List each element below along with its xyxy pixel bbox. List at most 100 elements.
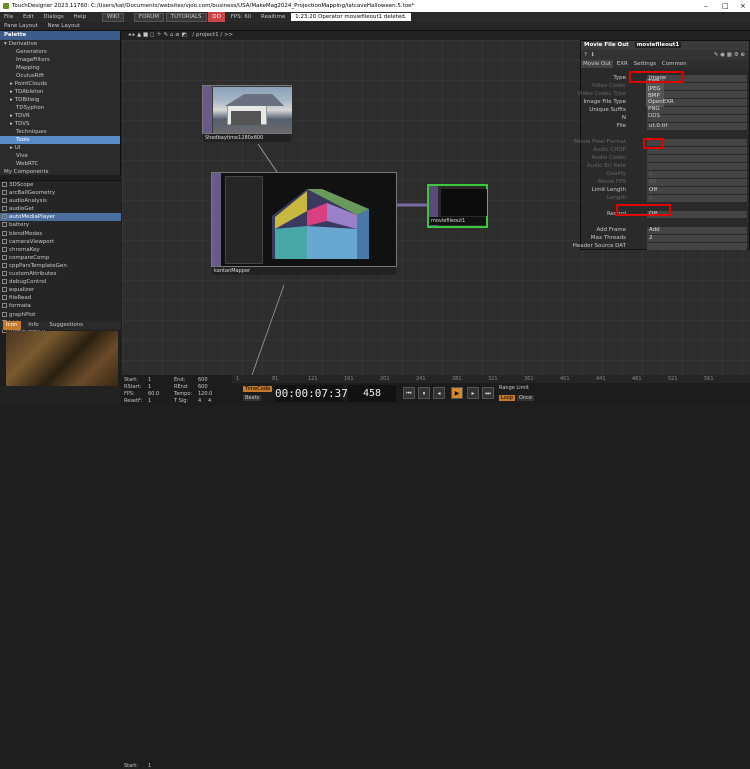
- tab-icon[interactable]: Icon: [3, 321, 21, 330]
- pane-layout-button[interactable]: Pane Layout: [0, 22, 42, 31]
- param-value[interactable]: 1: [647, 194, 747, 202]
- component-item[interactable]: chromaKey: [0, 246, 121, 254]
- tree-arrow-icon[interactable]: ▸: [10, 81, 13, 87]
- end-value[interactable]: 600: [198, 377, 208, 383]
- network-nav-icons[interactable]: ◂ ▸ ▲ ■ ◻ ＋ ✎ ⌂ ≡ ◩: [128, 32, 187, 38]
- tsig-a[interactable]: 4: [198, 398, 201, 404]
- menu-help[interactable]: Help: [70, 12, 91, 22]
- palette-item[interactable]: ▸ UI: [0, 144, 120, 152]
- timecode-display[interactable]: 00:00:07:37: [275, 385, 348, 402]
- param-toolbar-icons[interactable]: ✎ ◉ ▦ ⚙ ⊕: [714, 50, 745, 60]
- param-value[interactable]: 2: [647, 234, 747, 242]
- file-type-dropdown[interactable]: TIFF JPEG BMP OpenEXR PNG DDS: [646, 79, 674, 119]
- moviefileout-node[interactable]: moviefileout1: [427, 184, 488, 228]
- dropdown-option[interactable]: OpenEXR: [648, 99, 674, 106]
- param-value[interactable]: [647, 242, 747, 250]
- dropdown-option[interactable]: JPEG: [648, 86, 664, 93]
- play-button[interactable]: ▶: [451, 387, 463, 399]
- fps-value[interactable]: 60.0: [148, 391, 159, 397]
- timeline-ruler[interactable]: 1 81 121 161 201 241 281 321 361 401 441 481 521 561: [232, 375, 750, 383]
- timecode-button[interactable]: TimeCode: [243, 386, 273, 392]
- tree-arrow-icon[interactable]: ▸: [10, 97, 13, 103]
- rend-value[interactable]: 600: [198, 384, 208, 390]
- palette-item[interactable]: Vive: [0, 152, 120, 160]
- tab-suggestions[interactable]: Suggestions: [46, 321, 86, 330]
- step-forward-button[interactable]: ▸: [467, 387, 479, 399]
- once-button[interactable]: Once: [517, 395, 534, 401]
- wiki-button[interactable]: WIKI: [101, 13, 125, 22]
- component-item[interactable]: blendModes: [0, 230, 121, 238]
- op-name[interactable]: moviefileout1: [634, 42, 682, 48]
- palette-item[interactable]: Techniques: [0, 128, 120, 136]
- close-icon[interactable]: ×: [740, 0, 746, 12]
- param-value[interactable]: 1: [647, 170, 747, 178]
- palette-item[interactable]: ▾ Derivative: [0, 40, 120, 48]
- component-item[interactable]: battery: [0, 221, 121, 229]
- tree-arrow-icon[interactable]: ▸: [10, 113, 13, 119]
- tab-exr[interactable]: EXR: [615, 60, 630, 68]
- param-value[interactable]: Off: [647, 186, 747, 194]
- top-node-shed[interactable]: Shedbaytime1280x800: [202, 85, 292, 142]
- rewind-button[interactable]: ⏮: [403, 387, 415, 399]
- node-flags[interactable]: [203, 86, 212, 133]
- tree-arrow-icon[interactable]: ▸: [10, 121, 13, 127]
- component-item[interactable]: audioGet: [0, 205, 121, 213]
- component-item[interactable]: cppParsTemplateGen: [0, 262, 121, 270]
- menu-dialogs[interactable]: Dialogs: [39, 12, 67, 22]
- start-value[interactable]: 1: [148, 763, 151, 769]
- pause-button[interactable]: ⏸: [418, 387, 430, 399]
- frame-display[interactable]: 458: [348, 385, 396, 402]
- help-icon[interactable]: ?: [584, 52, 587, 58]
- palette-item[interactable]: Tools: [0, 136, 120, 144]
- step-back-button[interactable]: ◂: [433, 387, 445, 399]
- palette-item[interactable]: ▸ TDBitwig: [0, 96, 120, 104]
- resetf-value[interactable]: 1: [148, 398, 151, 404]
- component-item[interactable]: debugControl: [0, 278, 121, 286]
- component-item[interactable]: autoMediaPlayer: [0, 213, 121, 222]
- beats-button[interactable]: Beats: [243, 395, 262, 401]
- menu-file[interactable]: File: [0, 12, 17, 22]
- palette-item[interactable]: ▸ TDVS: [0, 120, 120, 128]
- component-item[interactable]: 3DScope: [0, 181, 121, 189]
- palette-item[interactable]: ImageFilters: [0, 56, 120, 64]
- palette-item[interactable]: Mapping: [0, 64, 120, 72]
- tree-arrow-icon[interactable]: ▸: [10, 89, 13, 95]
- component-item[interactable]: compareComp: [0, 254, 121, 262]
- new-layout-button[interactable]: New Layout: [44, 22, 84, 31]
- tab-info[interactable]: Info: [25, 321, 41, 330]
- component-item[interactable]: cameraViewport: [0, 238, 121, 246]
- start-value[interactable]: 1: [148, 377, 151, 383]
- realtime-toggle[interactable]: Realtime: [257, 12, 289, 22]
- rstart-value[interactable]: 1: [148, 384, 151, 390]
- param-value[interactable]: 60: [647, 178, 747, 186]
- mapper-node[interactable]: kantanMapper: [211, 172, 397, 275]
- palette-item[interactable]: OculusRift: [0, 72, 120, 80]
- component-item[interactable]: fileRead: [0, 294, 121, 302]
- palette-item[interactable]: WebRTC: [0, 160, 120, 168]
- palette-item[interactable]: ▸ PointClouds: [0, 80, 120, 88]
- minimize-icon[interactable]: –: [704, 0, 708, 12]
- tab-settings[interactable]: Settings: [632, 60, 659, 68]
- end-button[interactable]: ⏭: [482, 387, 494, 399]
- palette-item[interactable]: ▸ TDAbleton: [0, 88, 120, 96]
- param-value[interactable]: ut.0.tif: [647, 122, 747, 130]
- component-item[interactable]: graphPlot: [0, 311, 121, 319]
- menu-edit[interactable]: Edit: [19, 12, 38, 22]
- node-flags[interactable]: [212, 173, 221, 266]
- network-path[interactable]: / project1 / >>: [192, 32, 233, 38]
- tempo-value[interactable]: 120.0: [198, 391, 212, 397]
- component-item[interactable]: formata: [0, 302, 121, 310]
- loop-button[interactable]: Loop: [499, 395, 515, 401]
- dropdown-option[interactable]: PNG: [648, 106, 664, 113]
- palette-item[interactable]: TDSyphon: [0, 104, 120, 112]
- maximize-icon[interactable]: □: [722, 0, 729, 12]
- forum-button[interactable]: FORUM: [133, 13, 164, 22]
- tutorials-button[interactable]: TUTORIALS: [165, 13, 207, 22]
- tree-arrow-icon[interactable]: ▾: [4, 41, 7, 47]
- dropdown-option[interactable]: BMP: [648, 93, 664, 100]
- component-item[interactable]: customAttributes: [0, 270, 121, 278]
- tree-arrow-icon[interactable]: ▸: [10, 145, 13, 151]
- palette-item[interactable]: ▸ TDVR: [0, 112, 120, 120]
- param-value[interactable]: Add: [647, 226, 747, 234]
- component-item[interactable]: arcBallGeometry: [0, 189, 121, 197]
